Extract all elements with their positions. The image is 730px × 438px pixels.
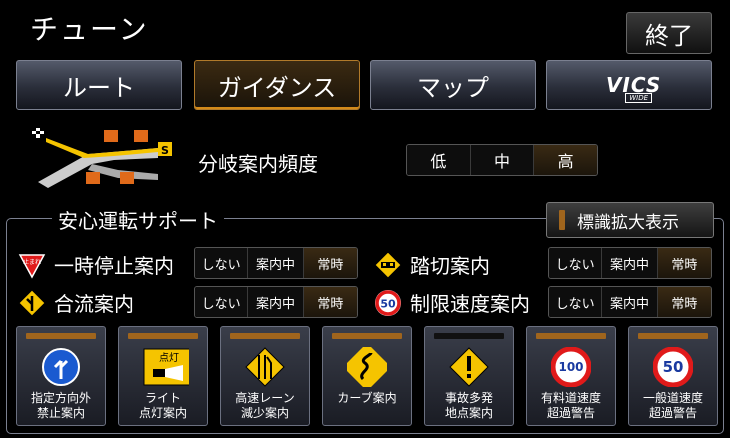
merge-guidance-label: 合流案内 (54, 292, 134, 316)
card-indicator (26, 333, 96, 339)
branch-guidance-icon: S (32, 128, 172, 188)
card-highway-lane-reduction[interactable]: 高速レーン 減少案内 (220, 326, 310, 426)
merge-guidance-selector: しない 案内中 常時 (194, 286, 358, 318)
railroad-option-always[interactable]: 常時 (657, 248, 711, 278)
speed-limit-guidance-selector: しない 案内中 常時 (548, 286, 712, 318)
merge-guidance-row: 合流案内 (18, 288, 134, 317)
speed-limit-option-off[interactable]: しない (549, 287, 603, 317)
railroad-guidance-label: 踏切案内 (410, 254, 490, 278)
branch-option-low[interactable]: 低 (407, 145, 471, 175)
curve-sign-icon (347, 347, 387, 387)
branch-frequency-label: 分岐案内頻度 (198, 152, 318, 176)
lane-reduction-icon (245, 347, 285, 387)
tab-bar: ルート ガイダンス マップ VICS WIDE (16, 60, 714, 110)
branch-option-mid[interactable]: 中 (470, 145, 535, 175)
svg-text:50: 50 (380, 297, 396, 310)
card-label: 一般道速度 超過警告 (642, 391, 703, 420)
branch-option-high[interactable]: 高 (534, 145, 597, 175)
svg-text:50: 50 (663, 358, 684, 376)
sign-enlarge-label: 標識拡大表示 (577, 212, 679, 233)
page-title: チューン (30, 13, 149, 46)
speed-limit-option-always[interactable]: 常時 (657, 287, 711, 317)
stop-sign-icon: 止まれ (18, 253, 46, 279)
card-curve[interactable]: カーブ案内 (322, 326, 412, 426)
merge-option-always[interactable]: 常時 (303, 287, 357, 317)
speed-100-icon: 100 (551, 347, 591, 387)
card-indicator (434, 333, 504, 339)
card-indicator (128, 333, 198, 339)
stop-option-off[interactable]: しない (195, 248, 249, 278)
railroad-guidance-selector: しない 案内中 常時 (548, 247, 712, 279)
tab-vics[interactable]: VICS WIDE (546, 60, 712, 110)
card-label: 高速レーン 減少案内 (235, 391, 295, 420)
stop-option-always[interactable]: 常時 (303, 248, 357, 278)
stop-guidance-row: 止まれ 一時停止案内 (18, 250, 174, 279)
card-accident-point[interactable]: 事故多発 地点案内 (424, 326, 514, 426)
stop-option-guiding[interactable]: 案内中 (248, 248, 304, 278)
svg-text:点灯: 点灯 (159, 352, 179, 364)
card-light-on[interactable]: 点灯 ライト 点灯案内 (118, 326, 208, 426)
card-label: カーブ案内 (337, 391, 397, 405)
card-indicator (536, 333, 606, 339)
sign-enlarge-button[interactable]: 標識拡大表示 (546, 202, 714, 238)
speed-limit-guidance-label: 制限速度案内 (410, 292, 530, 316)
card-indicator (638, 333, 708, 339)
card-indicator (332, 333, 402, 339)
tab-guidance[interactable]: ガイダンス (194, 60, 360, 110)
branch-frequency-selector: 低 中 高 (406, 144, 598, 176)
speed-limit-option-guiding[interactable]: 案内中 (602, 287, 658, 317)
card-label: ライト 点灯案内 (138, 391, 187, 420)
svg-text:100: 100 (558, 360, 583, 374)
stop-guidance-label: 一時停止案内 (54, 254, 174, 278)
card-indicator (230, 333, 300, 339)
merge-sign-icon (18, 288, 46, 317)
railroad-option-off[interactable]: しない (549, 248, 603, 278)
enlarge-indicator (559, 210, 565, 230)
card-label: 有料道速度 超過警告 (540, 391, 601, 420)
merge-option-guiding[interactable]: 案内中 (248, 287, 304, 317)
speed-limit-guidance-row: 50 制限速度案内 (374, 288, 530, 317)
speed-50-icon: 50 (653, 347, 693, 387)
stop-guidance-selector: しない 案内中 常時 (194, 247, 358, 279)
railroad-option-guiding[interactable]: 案内中 (602, 248, 658, 278)
light-sign-icon: 点灯 (143, 348, 189, 386)
speed-limit-icon: 50 (375, 289, 401, 316)
card-label: 事故多発 地点案内 (444, 391, 493, 420)
card-general-road-speeding[interactable]: 50 一般道速度 超過警告 (628, 326, 718, 426)
accident-warning-icon (449, 347, 489, 387)
tab-map[interactable]: マップ (370, 60, 536, 110)
tab-route[interactable]: ルート (16, 60, 182, 110)
merge-option-off[interactable]: しない (195, 287, 249, 317)
svg-text:S: S (161, 144, 169, 157)
railroad-guidance-row: 踏切案内 (374, 250, 490, 279)
svg-text:止まれ: 止まれ (23, 258, 41, 266)
safety-support-title: 安心運転サポート (52, 205, 224, 234)
vics-wide-logo: WIDE (625, 93, 653, 103)
card-toll-road-speeding[interactable]: 100 有料道速度 超過警告 (526, 326, 616, 426)
end-button[interactable]: 終了 (626, 12, 712, 54)
direction-sign-icon (42, 348, 80, 386)
card-label: 指定方向外 禁止案内 (30, 391, 91, 420)
card-direction-prohibited[interactable]: 指定方向外 禁止案内 (16, 326, 106, 426)
railroad-crossing-icon (374, 250, 402, 279)
